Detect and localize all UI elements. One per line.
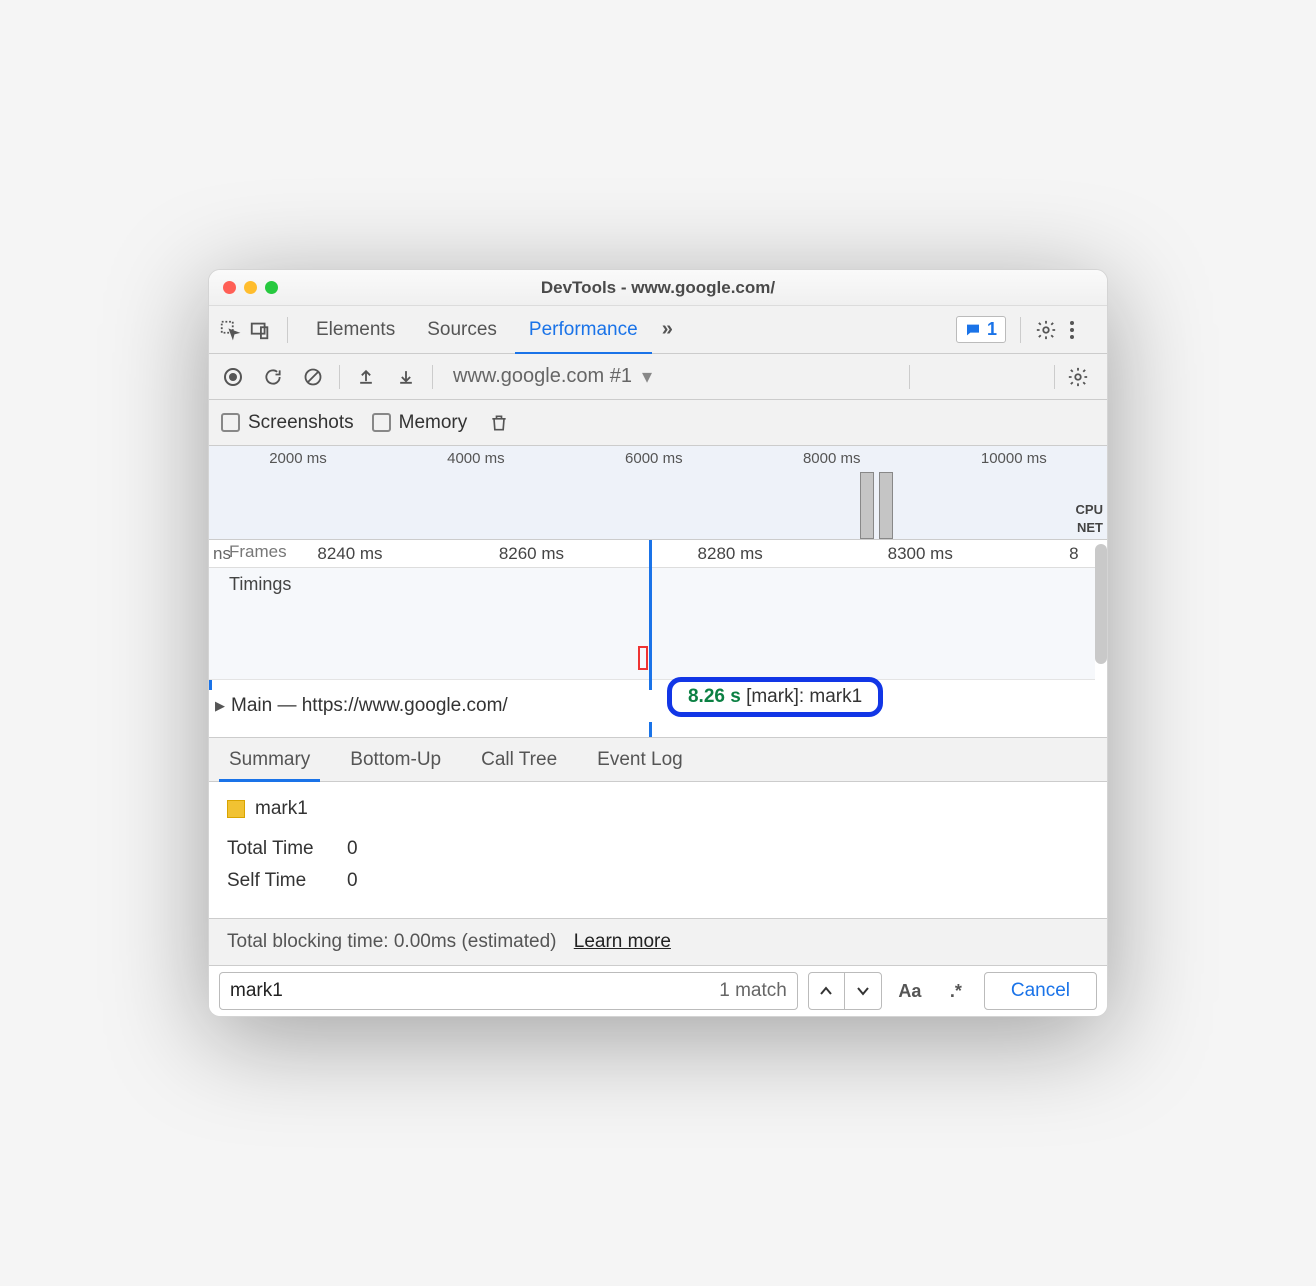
event-name: mark1 xyxy=(255,798,308,820)
mark-tooltip-text: [mark]: mark1 xyxy=(746,686,862,707)
search-nav xyxy=(808,972,882,1010)
devtools-window: DevTools - www.google.com/ Elements Sour… xyxy=(208,269,1108,1017)
flamechart-area[interactable]: ns Frames 8240 ms 8260 ms 8280 ms 8300 m… xyxy=(209,540,1107,738)
screenshots-label: Screenshots xyxy=(248,412,354,434)
overview-tick: 6000 ms xyxy=(625,450,683,467)
overview-tick: 2000 ms xyxy=(269,450,327,467)
regex-toggle[interactable]: .* xyxy=(938,981,974,1002)
reload-icon[interactable] xyxy=(259,363,287,391)
feedback-badge[interactable]: 1 xyxy=(956,316,1006,343)
timing-marker[interactable] xyxy=(638,646,648,670)
blocking-time-text: Total blocking time: 0.00ms (estimated) xyxy=(227,931,556,952)
mark-tooltip: 8.26 s [mark]: mark1 xyxy=(667,677,883,717)
device-toolbar-icon[interactable] xyxy=(247,317,273,343)
separator xyxy=(1054,365,1055,389)
overview-tick: 4000 ms xyxy=(447,450,505,467)
match-case-toggle[interactable]: Aa xyxy=(892,981,928,1002)
memory-checkbox[interactable]: Memory xyxy=(372,412,468,434)
zoom-window-button[interactable] xyxy=(265,281,278,294)
search-next-icon[interactable] xyxy=(845,973,881,1009)
mark-tooltip-time: 8.26 s xyxy=(688,686,741,707)
total-time-label: Total Time xyxy=(227,838,327,860)
profile-select[interactable]: www.google.com #1 ▾ xyxy=(445,364,897,389)
ruler-tick: 8240 ms xyxy=(317,544,382,564)
memory-label: Memory xyxy=(399,412,468,434)
ruler-tick: 8300 ms xyxy=(888,544,953,564)
ruler-tick: 8 xyxy=(1069,544,1078,564)
more-menu-icon[interactable] xyxy=(1069,319,1099,341)
tab-performance[interactable]: Performance xyxy=(515,306,652,353)
main-thread-track[interactable]: ▶ Main — https://www.google.com/ xyxy=(209,690,1095,722)
close-window-button[interactable] xyxy=(223,281,236,294)
timings-track-label: Timings xyxy=(229,574,291,595)
learn-more-link[interactable]: Learn more xyxy=(574,931,671,952)
ruler-tick: 8280 ms xyxy=(698,544,763,564)
tab-bottom-up[interactable]: Bottom-Up xyxy=(330,738,461,781)
performance-toolbar: www.google.com #1 ▾ xyxy=(209,354,1107,400)
screenshots-checkbox[interactable]: Screenshots xyxy=(221,412,354,434)
self-time-value: 0 xyxy=(347,870,358,892)
more-tabs-icon[interactable]: » xyxy=(656,318,679,341)
minimize-window-button[interactable] xyxy=(244,281,257,294)
trash-icon[interactable] xyxy=(485,409,513,437)
separator xyxy=(432,365,433,389)
devtools-tabstrip: Elements Sources Performance » 1 xyxy=(209,306,1107,354)
tab-event-log[interactable]: Event Log xyxy=(577,738,703,781)
overview-window-handle-right[interactable] xyxy=(879,472,893,539)
search-match-count: 1 match xyxy=(719,980,787,1002)
search-prev-icon[interactable] xyxy=(809,973,845,1009)
details-tabstrip: Summary Bottom-Up Call Tree Event Log xyxy=(209,738,1107,782)
expand-triangle-icon[interactable]: ▶ xyxy=(215,698,225,714)
feedback-count: 1 xyxy=(987,319,997,340)
settings-icon[interactable] xyxy=(1035,319,1065,341)
overview-cpu-label: CPU xyxy=(1076,501,1103,519)
search-cancel-button[interactable]: Cancel xyxy=(984,972,1097,1010)
overview-track-labels: CPU NET xyxy=(1076,501,1103,537)
inspect-element-icon[interactable] xyxy=(217,317,243,343)
separator xyxy=(1020,317,1021,343)
search-input[interactable] xyxy=(230,980,719,1002)
upload-profile-icon[interactable] xyxy=(352,363,380,391)
capture-options-row: Screenshots Memory xyxy=(209,400,1107,446)
search-input-wrapper: 1 match xyxy=(219,972,798,1010)
clear-icon[interactable] xyxy=(299,363,327,391)
separator xyxy=(339,365,340,389)
self-time-label: Self Time xyxy=(227,870,327,892)
overview-timeline[interactable]: 2000 ms 4000 ms 6000 ms 8000 ms 10000 ms… xyxy=(209,446,1107,540)
capture-settings-icon[interactable] xyxy=(1067,366,1097,388)
profile-select-label: www.google.com #1 xyxy=(453,365,632,388)
vertical-scrollbar[interactable] xyxy=(1095,544,1107,664)
main-thread-label: Main — https://www.google.com/ xyxy=(231,695,508,717)
summary-pane: mark1 Total Time 0 Self Time 0 xyxy=(209,782,1107,918)
ruler-tick: 8260 ms xyxy=(499,544,564,564)
record-icon[interactable] xyxy=(219,363,247,391)
download-profile-icon[interactable] xyxy=(392,363,420,391)
tab-summary[interactable]: Summary xyxy=(209,738,330,781)
dropdown-triangle-icon: ▾ xyxy=(642,364,652,389)
overview-tick: 8000 ms xyxy=(803,450,861,467)
ruler-left-edge: ns xyxy=(209,544,231,564)
total-time-value: 0 xyxy=(347,838,358,860)
overview-tick: 10000 ms xyxy=(981,450,1047,467)
overview-window-handle-left[interactable] xyxy=(860,472,874,539)
blocking-time-row: Total blocking time: 0.00ms (estimated) … xyxy=(209,918,1107,966)
event-color-swatch xyxy=(227,800,245,818)
separator xyxy=(909,365,910,389)
window-title: DevTools - www.google.com/ xyxy=(221,278,1095,298)
tab-call-tree[interactable]: Call Tree xyxy=(461,738,577,781)
traffic-lights xyxy=(223,281,278,294)
overview-ruler: 2000 ms 4000 ms 6000 ms 8000 ms 10000 ms xyxy=(209,450,1107,467)
overview-net-label: NET xyxy=(1076,519,1103,537)
window-titlebar: DevTools - www.google.com/ xyxy=(209,270,1107,306)
separator xyxy=(287,317,288,343)
tab-elements[interactable]: Elements xyxy=(302,306,409,353)
search-bar: 1 match Aa .* Cancel xyxy=(209,966,1107,1016)
tab-sources[interactable]: Sources xyxy=(413,306,511,353)
